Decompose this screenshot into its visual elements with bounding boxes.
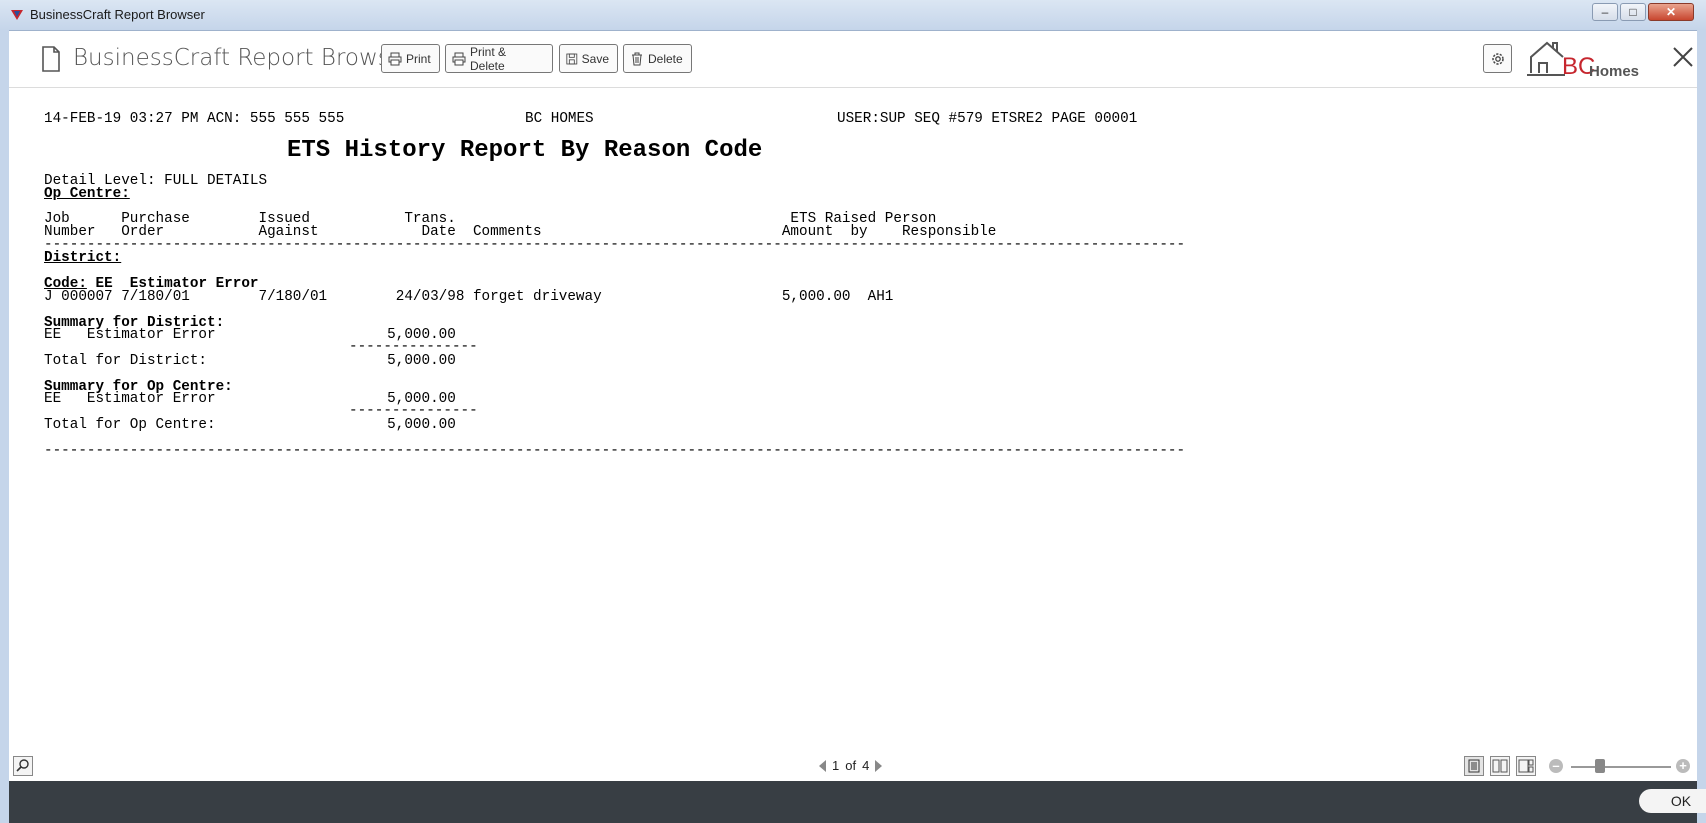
zoom-in-icon[interactable]: + — [1676, 759, 1690, 773]
previous-page-icon[interactable] — [819, 759, 826, 772]
print-label: Print — [406, 51, 431, 66]
viewer-controls: 1 of 4 – + — [9, 751, 1697, 781]
total-district: Total for District: 5,000.00 — [44, 353, 456, 369]
printer-icon — [452, 52, 466, 65]
search-button[interactable] — [13, 756, 33, 776]
subtotal-line: --------------- — [349, 403, 478, 419]
report-header-left: 14-FEB-19 03:27 PM ACN: 555 555 555 — [44, 111, 345, 127]
print-delete-label: Print & Delete — [470, 44, 507, 73]
maximize-button[interactable]: □ — [1620, 3, 1646, 21]
print-button[interactable]: Print — [381, 44, 440, 73]
app-icon — [11, 10, 23, 20]
two-page-icon — [1492, 759, 1508, 773]
next-page-icon[interactable] — [875, 759, 883, 772]
multi-page-view-button[interactable] — [1516, 756, 1536, 776]
zoom-out-icon[interactable]: – — [1549, 759, 1563, 773]
page-title: BusinessCraft Report Browser — [73, 45, 414, 71]
gear-icon — [1491, 52, 1504, 65]
current-page: 1 — [832, 758, 840, 773]
window-frame-left — [0, 30, 9, 823]
report-title: ETS History Report By Reason Code — [287, 137, 763, 164]
print-delete-button[interactable]: Print & Delete — [445, 44, 553, 73]
window-titlebar: BusinessCraft Report Browser – □ ✕ — [0, 0, 1706, 31]
trash-icon — [632, 52, 642, 65]
total-pages: 4 — [862, 758, 870, 773]
delete-button[interactable]: Delete — [623, 44, 692, 73]
minimize-button[interactable]: – — [1592, 3, 1618, 21]
bc-homes-logo: BC Homes — [1525, 39, 1655, 81]
save-icon — [566, 53, 578, 64]
single-page-view-button[interactable] — [1464, 756, 1484, 776]
two-page-view-button[interactable] — [1490, 756, 1510, 776]
single-page-icon — [1468, 759, 1480, 773]
settings-button[interactable] — [1483, 44, 1512, 73]
zoom-slider-thumb[interactable] — [1595, 759, 1605, 773]
window-frame-right — [1697, 30, 1706, 823]
printer-icon — [388, 52, 402, 65]
page-of-label: of — [845, 758, 857, 773]
logo-homes-text: Homes — [1589, 63, 1640, 80]
subtotal-line: --------------- — [349, 339, 478, 355]
separator-line-bottom: ----------------------------------------… — [44, 443, 1186, 459]
zoom-slider-track[interactable] — [1571, 766, 1671, 768]
report-page: 14-FEB-19 03:27 PM ACN: 555 555 555 BC H… — [9, 88, 1697, 751]
save-label: Save — [581, 51, 609, 66]
page-navigator: 1 of 4 — [819, 758, 883, 773]
report-header-right: USER:SUP SEQ #579 ETSRE2 PAGE 00001 — [837, 111, 1138, 127]
close-icon[interactable] — [1669, 43, 1697, 71]
footer-bar: OK — [9, 781, 1706, 823]
multi-page-icon — [1518, 759, 1534, 773]
report-header-center: BC HOMES — [525, 111, 594, 127]
ok-button[interactable]: OK — [1639, 789, 1706, 813]
detail-row: J 000007 7/180/01 7/180/01 24/03/98 forg… — [44, 289, 894, 305]
app-header: BusinessCraft Report Browser Print Print… — [9, 31, 1697, 88]
search-icon — [16, 759, 29, 772]
delete-label: Delete — [648, 51, 683, 66]
total-op-centre: Total for Op Centre: 5,000.00 — [44, 417, 456, 433]
window-title: BusinessCraft Report Browser — [30, 7, 205, 22]
district-heading: District: — [44, 250, 122, 266]
window-close-button[interactable]: ✕ — [1648, 3, 1694, 21]
save-button[interactable]: Save — [559, 44, 618, 73]
op-centre-heading: Op Centre: — [44, 186, 130, 202]
document-icon — [42, 46, 60, 72]
separator-line: ----------------------------------------… — [44, 237, 1186, 253]
